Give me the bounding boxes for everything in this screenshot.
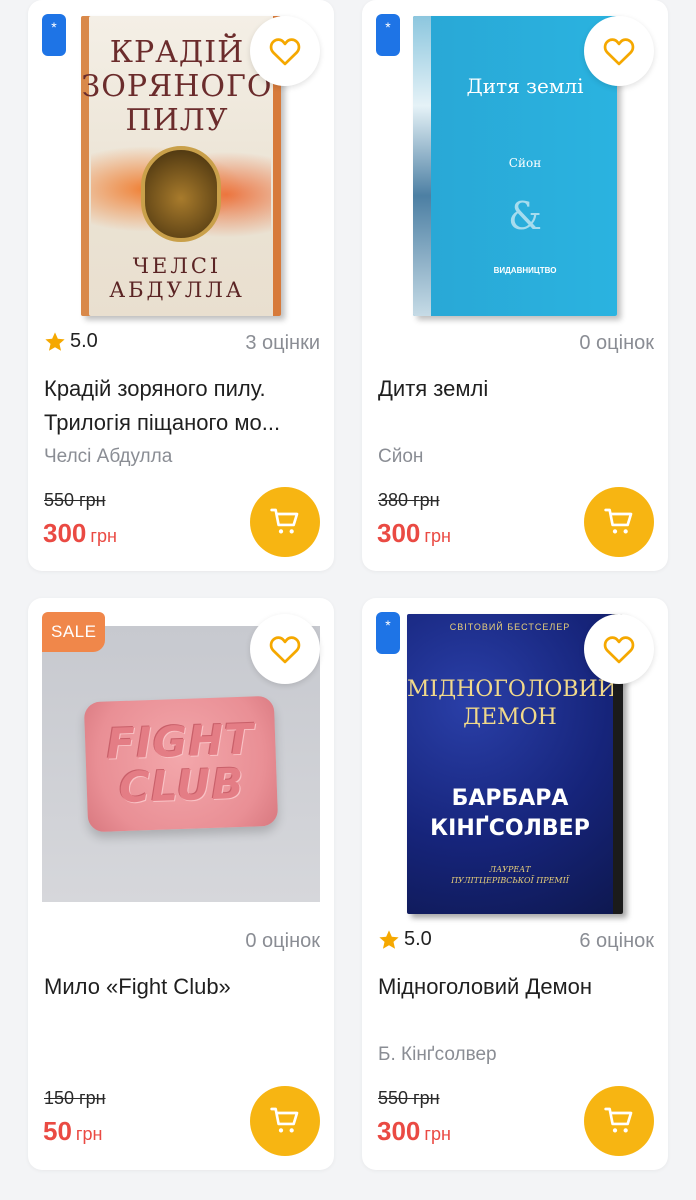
price-currency: грн: [90, 526, 117, 546]
product-card[interactable]: SALE FIGHT CLUB 0 оцінок Мило «Fight Clu…: [28, 598, 334, 1170]
old-price: 150 грн: [44, 1088, 106, 1108]
badge-new: *: [376, 612, 400, 654]
heart-icon: [269, 636, 301, 664]
cover-author-line: БАРБАРА: [451, 786, 569, 811]
current-price: 50 грн: [43, 1116, 102, 1147]
product-author[interactable]: Сйон: [378, 446, 423, 468]
cover-author: Сйон: [508, 156, 542, 170]
product-title-line: Дитя землі: [378, 376, 489, 401]
product-title[interactable]: Крадій зоряного пилу. Трилогія піщаного …: [44, 372, 320, 440]
rating-value: 5.0: [404, 928, 432, 950]
cover-publisher: ВИДАВНИЦТВО: [493, 266, 557, 275]
rating-row: 5.0 3 оцінки: [44, 330, 320, 358]
product-author[interactable]: Б. Кінґсолвер: [378, 1044, 497, 1066]
product-card[interactable]: * СВІТОВИЙ БЕСТСЕЛЕР МІДНОГОЛОВИЙ ДЕМОН …: [362, 598, 668, 1170]
current-price: 300 грн: [377, 518, 451, 549]
product-card[interactable]: * Дитя землі Сйон & ВИДАВНИЦТВО 0 оцінок…: [362, 0, 668, 571]
star-icon: [45, 331, 65, 351]
cart-icon: [604, 1107, 633, 1133]
soap-text-line: CLUB: [118, 758, 246, 813]
old-price: 380 грн: [378, 490, 440, 510]
cover-title: Дитя землі: [466, 74, 584, 98]
price-currency: грн: [75, 1124, 103, 1144]
reviews-count[interactable]: 0 оцінок: [245, 930, 320, 953]
product-title[interactable]: Мило «Fight Club»: [44, 970, 320, 1004]
cover-author-line: ЧЕЛСІ: [132, 254, 222, 278]
reviews-count[interactable]: 0 оцінок: [579, 332, 654, 355]
rating-row: 0 оцінок: [44, 928, 320, 956]
current-price: 300 грн: [377, 1116, 451, 1147]
heart-icon: [269, 38, 301, 66]
add-to-cart-button[interactable]: [250, 1086, 320, 1156]
current-price: 300 грн: [43, 518, 117, 549]
cover-ampersand: &: [508, 194, 542, 238]
favorite-button[interactable]: [584, 614, 654, 684]
old-price: 550 грн: [44, 490, 106, 510]
price-value: 300: [43, 518, 87, 548]
price-value: 300: [377, 1116, 421, 1146]
product-title-line: Мідноголовий Демон: [378, 974, 593, 999]
rating: 5.0: [378, 928, 432, 951]
cover-award-line: ПУЛІТЦЕРІВСЬКОЇ ПРЕМІЇ: [451, 876, 569, 885]
cover-title-line: ДЕМОН: [463, 705, 557, 730]
rating-row: 5.0 6 оцінок: [378, 928, 654, 956]
add-to-cart-button[interactable]: [584, 487, 654, 557]
cover-award-line: ЛАУРЕАТ: [489, 865, 531, 874]
cover-title-line: МІДНОГОЛОВИЙ: [407, 677, 617, 702]
cart-icon: [604, 508, 633, 534]
rating-value: 5.0: [70, 330, 98, 352]
price-currency: грн: [424, 526, 451, 546]
cover-photo-strip: [413, 16, 431, 316]
rating: 5.0: [44, 330, 98, 353]
old-price: 550 грн: [378, 1088, 440, 1108]
price-currency: грн: [424, 1124, 451, 1144]
rating-row: 0 оцінок: [378, 330, 654, 358]
cart-icon: [270, 508, 299, 534]
favorite-button[interactable]: [250, 614, 320, 684]
favorite-button[interactable]: [250, 16, 320, 86]
cover-title-line: КРАДІЙ: [109, 35, 245, 70]
add-to-cart-button[interactable]: [250, 487, 320, 557]
cover-title-line: ПИЛУ: [125, 103, 229, 138]
cover-author-line: АБДУЛЛА: [109, 278, 245, 302]
badge-sale: SALE: [42, 612, 106, 652]
favorite-button[interactable]: [584, 16, 654, 86]
cart-icon: [270, 1107, 299, 1133]
add-to-cart-button[interactable]: [584, 1086, 654, 1156]
product-title[interactable]: Мідноголовий Демон: [378, 970, 654, 1004]
product-title-line: Мило «Fight Club»: [44, 974, 231, 999]
price-value: 50: [43, 1116, 72, 1146]
cover-tagline: СВІТОВИЙ БЕСТСЕЛЕР: [449, 622, 571, 632]
badge-new: *: [42, 14, 66, 56]
reviews-count[interactable]: 6 оцінок: [579, 930, 654, 953]
product-author[interactable]: Челсі Абдулла: [44, 446, 172, 468]
product-title[interactable]: Дитя землі: [378, 372, 654, 406]
product-title-line: Трилогія піщаного мо...: [44, 410, 281, 435]
heart-icon: [603, 38, 635, 66]
product-card[interactable]: * КРАДІЙ ЗОРЯНОГО ПИЛУ ЧЕЛСІ АБДУЛЛА 5.0…: [28, 0, 334, 571]
cover-title-line: ЗОРЯНОГО: [81, 69, 273, 104]
product-title-line: Крадій зоряного пилу.: [44, 376, 266, 401]
heart-icon: [603, 636, 635, 664]
star-icon: [379, 929, 399, 949]
cover-medallion-art: [141, 146, 221, 242]
badge-new: *: [376, 14, 400, 56]
cover-author-line: КІНҐСОЛВЕР: [430, 816, 590, 841]
soap-bar: FIGHT CLUB: [83, 695, 279, 833]
reviews-count[interactable]: 3 оцінки: [245, 332, 320, 355]
price-value: 300: [377, 518, 421, 548]
